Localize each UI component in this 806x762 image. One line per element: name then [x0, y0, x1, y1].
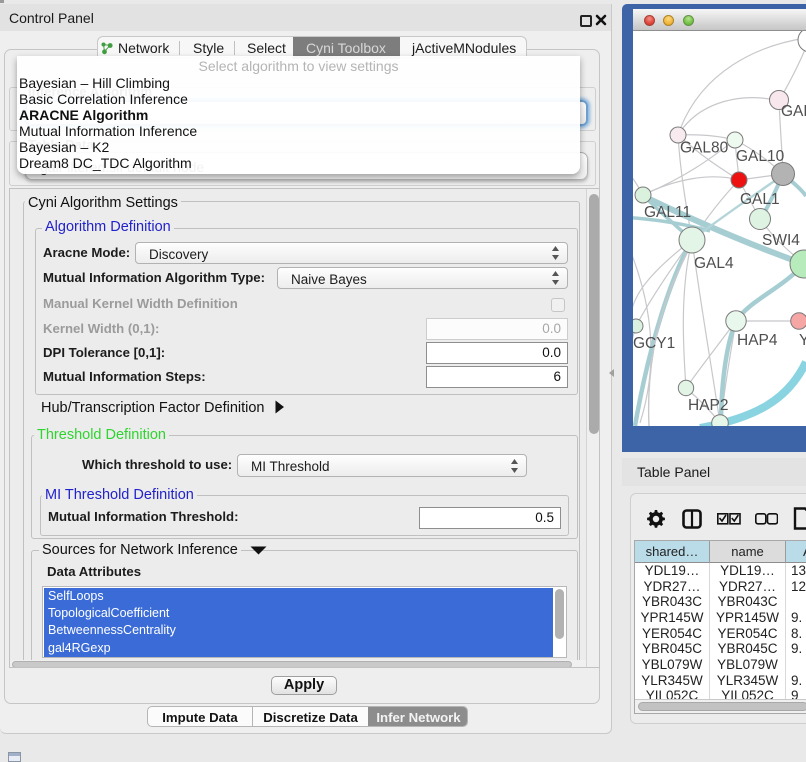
svg-text:GAL7: GAL7 — [781, 103, 806, 120]
svg-text:GAL4: GAL4 — [694, 255, 734, 272]
svg-text:HAP2: HAP2 — [688, 397, 729, 414]
svg-text:YM: YM — [799, 332, 806, 349]
svg-text:GAL10: GAL10 — [736, 148, 785, 165]
svg-text:GAL1: GAL1 — [740, 191, 780, 208]
svg-text:GAL11: GAL11 — [644, 204, 691, 221]
svg-text:GAL80: GAL80 — [680, 140, 729, 157]
svg-text:GCY1: GCY1 — [633, 335, 675, 352]
svg-text:HAP4: HAP4 — [737, 332, 778, 349]
svg-text:SWI4: SWI4 — [762, 232, 800, 249]
